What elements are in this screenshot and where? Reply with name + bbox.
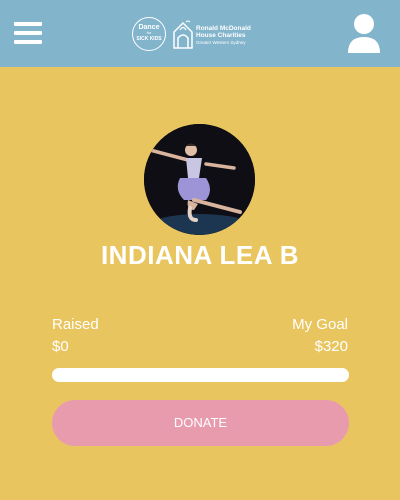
hamburger-menu-icon[interactable] <box>14 22 42 44</box>
profile-avatar <box>144 124 255 235</box>
rmhc-logo-text: Ronald McDonald House Charities Greater … <box>196 25 251 46</box>
rmhc-line-3: Greater Western Sydney <box>196 40 246 45</box>
dancer-photo <box>144 124 255 235</box>
raised-label: Raised <box>52 316 99 333</box>
user-profile-icon[interactable] <box>346 13 382 53</box>
raised-amount: $0 <box>52 338 69 355</box>
dance-for-sick-kids-logo: Dance for SICK KIDS <box>132 17 166 51</box>
rmhc-house-icon <box>173 20 193 49</box>
logo-sick-kids-text: SICK KIDS <box>136 36 162 42</box>
goal-label: My Goal <box>292 316 348 333</box>
rmhc-line-2: House Charities <box>196 32 246 39</box>
donate-button[interactable]: DONATE <box>52 400 349 446</box>
progress-bar <box>52 368 349 382</box>
goal-amount: $320 <box>314 338 348 355</box>
rmhc-line-1: Ronald McDonald <box>196 25 251 32</box>
header-bar: Dance for SICK KIDS Ronald McDonald Hous… <box>0 0 400 67</box>
logo-for-text: for <box>146 30 152 35</box>
fundraiser-name: INDIANA LEA B <box>100 240 300 270</box>
